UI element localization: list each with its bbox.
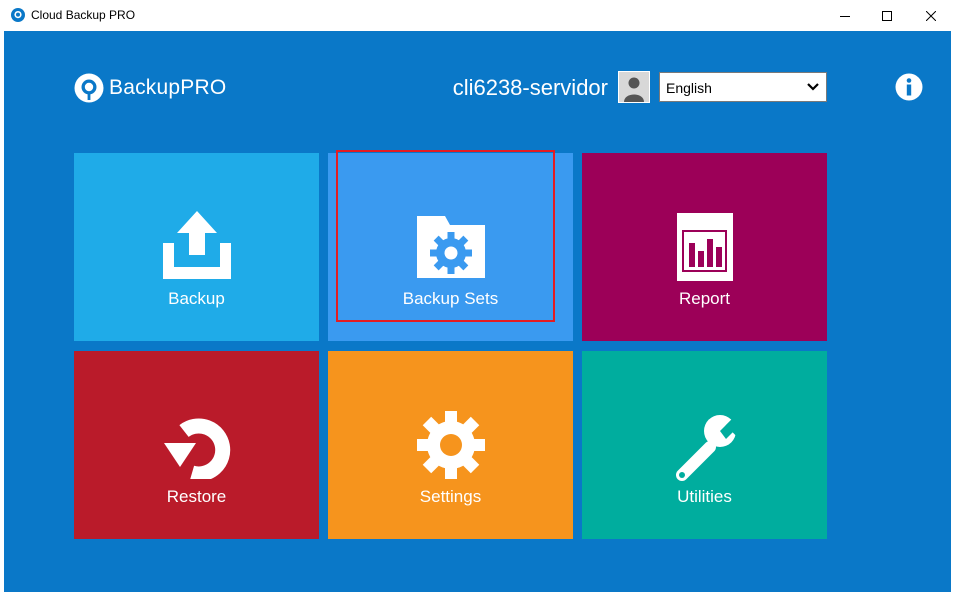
tile-backup-sets[interactable]: Backup Sets bbox=[328, 153, 573, 341]
tile-label-settings: Settings bbox=[419, 487, 482, 506]
app-icon bbox=[11, 8, 25, 22]
close-icon bbox=[926, 10, 936, 21]
window-title: Cloud Backup PRO bbox=[31, 8, 136, 22]
wrench-icon bbox=[675, 411, 740, 481]
upload-icon bbox=[162, 211, 231, 279]
user-silhouette-icon bbox=[619, 72, 649, 102]
tile-label-backup-sets: Backup Sets bbox=[402, 289, 499, 308]
close-button[interactable] bbox=[908, 0, 954, 31]
tile-icon-wrap bbox=[582, 351, 827, 491]
tile-settings[interactable]: Settings bbox=[328, 351, 573, 539]
tile-icon-wrap bbox=[328, 153, 573, 293]
tile-restore[interactable]: Restore bbox=[74, 351, 319, 539]
chevron-down-icon bbox=[807, 83, 819, 91]
bar-chart-icon bbox=[676, 213, 733, 281]
title-bar: Cloud Backup PRO bbox=[0, 0, 955, 32]
tile-label-report: Report bbox=[678, 289, 731, 308]
restore-arrow-icon bbox=[163, 418, 230, 479]
minimize-icon bbox=[840, 15, 850, 17]
tile-icon-wrap bbox=[74, 153, 319, 293]
app-logo: BackupPRO bbox=[74, 73, 226, 103]
folder-gear-icon bbox=[416, 216, 485, 278]
tile-label-backup: Backup bbox=[168, 289, 225, 308]
minimize-button[interactable] bbox=[822, 0, 868, 31]
tile-icon-wrap bbox=[74, 351, 319, 491]
maximize-icon bbox=[882, 10, 892, 21]
gear-icon bbox=[416, 411, 485, 479]
main-panel: BackupPRO cli6238-servidor English Backu… bbox=[4, 31, 951, 592]
maximize-button[interactable] bbox=[864, 0, 910, 31]
tile-label-utilities: Utilities bbox=[677, 487, 732, 506]
tile-icon-wrap bbox=[328, 351, 573, 491]
language-select[interactable]: English bbox=[659, 72, 827, 102]
info-icon bbox=[895, 73, 923, 101]
info-button[interactable] bbox=[895, 73, 923, 101]
tile-label-restore: Restore bbox=[166, 487, 227, 506]
window-border-right bbox=[951, 31, 955, 592]
tile-utilities[interactable]: Utilities bbox=[582, 351, 827, 539]
tile-report[interactable]: Report bbox=[582, 153, 827, 341]
backuppro-logo-icon bbox=[74, 73, 104, 103]
tile-backup[interactable]: Backup bbox=[74, 153, 319, 341]
username-label: cli6238-servidor bbox=[452, 75, 608, 100]
user-avatar[interactable] bbox=[618, 71, 650, 103]
logo-text: BackupPRO bbox=[109, 76, 227, 99]
language-selected-value: English bbox=[666, 80, 712, 96]
tile-icon-wrap bbox=[582, 153, 827, 293]
